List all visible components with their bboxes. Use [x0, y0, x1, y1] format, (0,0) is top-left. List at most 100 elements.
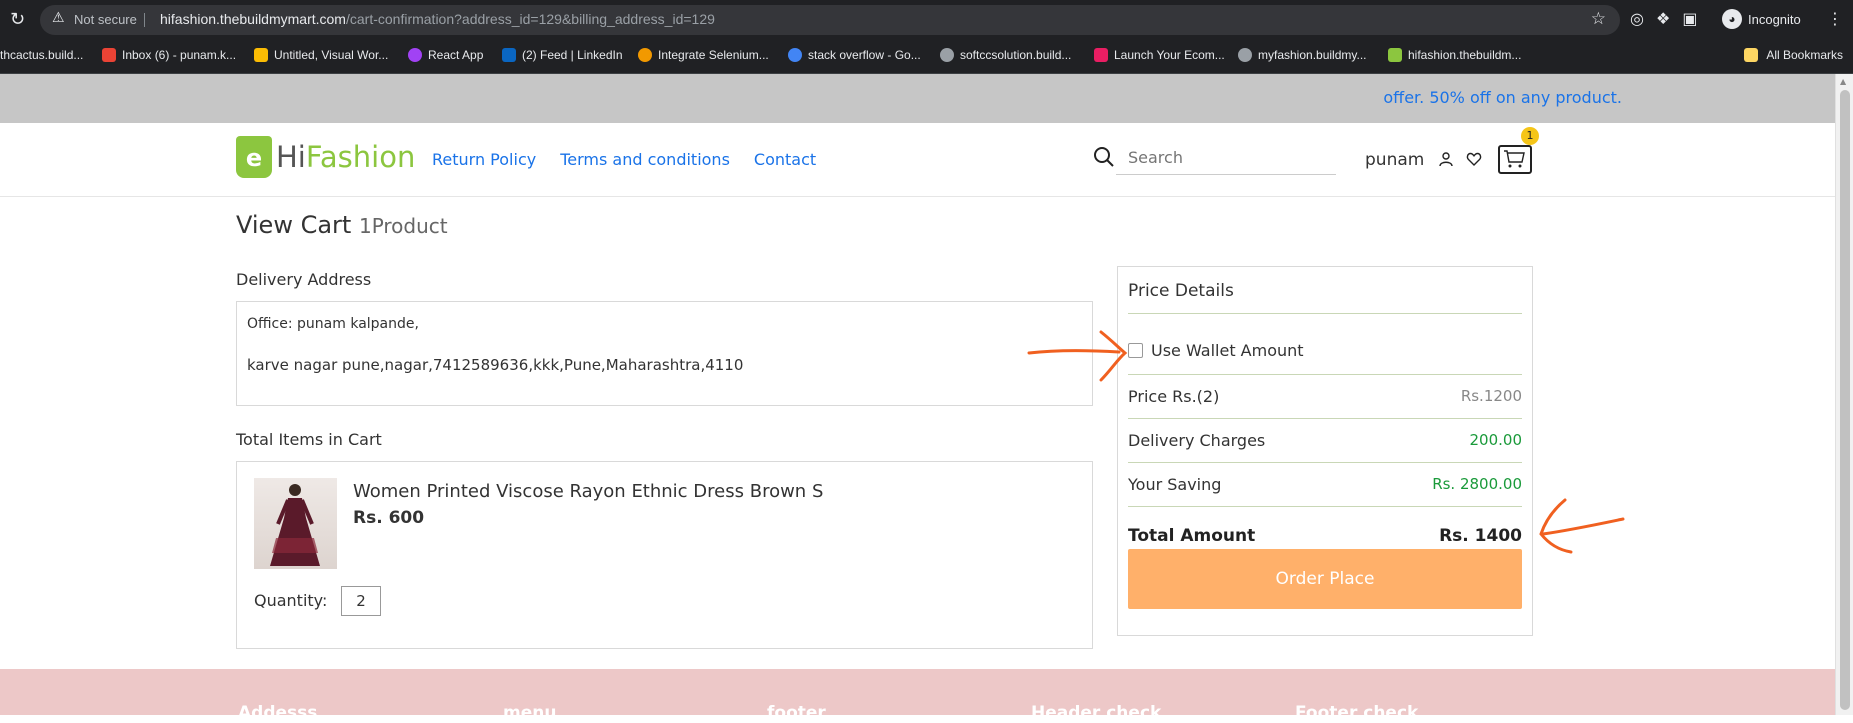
- react-icon: [408, 48, 422, 62]
- user-icon[interactable]: [1438, 151, 1454, 167]
- logo-text: HiFashion: [276, 140, 415, 174]
- scroll-up-icon[interactable]: ▲: [1840, 77, 1846, 86]
- color-extension-icon[interactable]: ◎: [1630, 9, 1644, 28]
- bookmark-item[interactable]: Untitled, Visual Wor...: [254, 48, 388, 62]
- incognito-icon: ◕: [1722, 9, 1742, 29]
- divider: [1128, 374, 1522, 375]
- bookmark-label: hifashion.thebuildm...: [1408, 48, 1522, 62]
- globe-icon: [1238, 48, 1252, 62]
- product-price: Rs. 600: [353, 508, 425, 528]
- use-wallet-option[interactable]: Use Wallet Amount: [1128, 341, 1304, 360]
- product-count: 1Product: [358, 214, 448, 238]
- bookmarks-bar: rthcactus.build... Inbox (6) - punam.k..…: [0, 40, 1853, 74]
- bookmark-item[interactable]: rthcactus.build...: [0, 48, 83, 62]
- miro-icon: [254, 48, 268, 62]
- bookmark-label: rthcactus.build...: [0, 48, 84, 62]
- address-line: karve nagar pune,nagar,7412589636,kkk,Pu…: [247, 356, 744, 374]
- dress-image: [270, 484, 320, 566]
- store-icon: [1094, 48, 1108, 62]
- cart-icon: [1504, 150, 1525, 168]
- bookmark-item[interactable]: myfashion.buildmy...: [1238, 48, 1367, 62]
- scroll-thumb[interactable]: [1840, 90, 1850, 710]
- offer-text[interactable]: offer. 50% off on any product.: [1383, 88, 1622, 107]
- price-details-title: Price Details: [1128, 281, 1234, 301]
- page-title-text: View Cart: [236, 211, 352, 239]
- browser-menu-icon[interactable]: ⋮: [1827, 9, 1843, 28]
- username[interactable]: punam: [1365, 150, 1424, 170]
- all-bookmarks[interactable]: All Bookmarks: [1744, 48, 1843, 62]
- divider: [1128, 506, 1522, 507]
- use-wallet-label[interactable]: Use Wallet Amount: [1151, 341, 1304, 360]
- address-name: Office: punam kalpande,: [247, 316, 419, 332]
- price-details-panel: Price Details Use Wallet Amount Price Rs…: [1117, 266, 1533, 636]
- shopping-bag-logo-icon: e: [236, 136, 272, 178]
- bookmark-item[interactable]: Inbox (6) - punam.k...: [102, 48, 236, 62]
- linkedin-icon: [502, 48, 516, 62]
- nav-terms[interactable]: Terms and conditions: [560, 150, 730, 169]
- incognito-indicator[interactable]: ◕ Incognito: [1722, 9, 1801, 29]
- incognito-label: Incognito: [1748, 11, 1801, 27]
- hifashion-favicon-icon: [1388, 48, 1402, 62]
- quantity-label: Quantity:: [254, 591, 328, 610]
- logo-hi: Hi: [276, 140, 306, 174]
- folder-icon: [1744, 48, 1759, 62]
- bookmark-item[interactable]: React App: [408, 48, 483, 62]
- page-scrollbar[interactable]: ▲: [1835, 74, 1853, 715]
- url-text[interactable]: hifashion.thebuildmymart.com/cart-confir…: [160, 11, 715, 27]
- annotation-arrow-total-icon: [1539, 498, 1625, 554]
- address-bar[interactable]: ⚠ Not secure hifashion.thebuildmymart.co…: [40, 5, 1620, 35]
- product-name[interactable]: Women Printed Viscose Rayon Ethnic Dress…: [353, 481, 823, 502]
- bookmark-item[interactable]: Integrate Selenium...: [638, 48, 769, 62]
- price-label: Price Rs.(2): [1128, 387, 1220, 406]
- divider: [1128, 418, 1522, 419]
- warning-icon[interactable]: ⚠: [52, 10, 65, 26]
- extension-icons: ◎ ❖ ▣: [1630, 9, 1697, 28]
- puzzle-icon[interactable]: ❖: [1656, 9, 1670, 28]
- footer-heading: footer: [767, 703, 826, 723]
- annotation-arrow-wallet-icon: [1027, 330, 1128, 382]
- bookmark-label: Untitled, Visual Wor...: [274, 48, 389, 62]
- footer-heading: Addesss: [238, 703, 318, 723]
- nav-return-policy[interactable]: Return Policy: [432, 150, 536, 169]
- saving-label: Your Saving: [1128, 475, 1222, 494]
- bookmark-item[interactable]: hifashion.thebuildm...: [1388, 48, 1521, 62]
- cart-button[interactable]: [1498, 145, 1532, 174]
- search-icon[interactable]: [1092, 145, 1116, 169]
- divider: [144, 13, 145, 27]
- globe-icon: [940, 48, 954, 62]
- bookmark-label: softccsolution.build...: [960, 48, 1072, 62]
- site-footer: Addesss menu footer Header check Footer …: [0, 669, 1835, 723]
- url-host: hifashion.thebuildmymart.com: [160, 11, 346, 27]
- quantity-field[interactable]: 2: [341, 586, 381, 616]
- site-logo[interactable]: e HiFashion: [236, 136, 415, 178]
- total-items-label: Total Items in Cart: [236, 430, 382, 449]
- side-panel-icon[interactable]: ▣: [1682, 9, 1697, 28]
- bookmark-item[interactable]: (2) Feed | LinkedIn: [502, 48, 623, 62]
- divider: [1128, 313, 1522, 314]
- order-place-button[interactable]: Order Place: [1128, 549, 1522, 609]
- search-input[interactable]: [1116, 141, 1336, 175]
- total-amount-value: Rs. 1400: [1439, 526, 1522, 546]
- nav-contact[interactable]: Contact: [754, 150, 816, 169]
- security-label[interactable]: Not secure: [74, 12, 137, 27]
- heart-icon[interactable]: [1466, 151, 1482, 167]
- all-bookmarks-label: All Bookmarks: [1766, 48, 1843, 62]
- logo-fashion: Fashion: [305, 140, 416, 174]
- bookmark-label: Launch Your Ecom...: [1114, 48, 1225, 62]
- bookmark-item[interactable]: softccsolution.build...: [940, 48, 1071, 62]
- page-title: View Cart 1Product: [236, 211, 448, 239]
- delivery-charges-value: 200.00: [1469, 431, 1523, 449]
- bookmark-item[interactable]: Launch Your Ecom...: [1094, 48, 1225, 62]
- bookmark-label: stack overflow - Go...: [808, 48, 921, 62]
- delivery-address-label: Delivery Address: [236, 270, 372, 289]
- google-icon: [788, 48, 802, 62]
- logo-letter: e: [245, 144, 263, 172]
- cart-items-box: Women Printed Viscose Rayon Ethnic Dress…: [236, 461, 1093, 649]
- divider: [1128, 462, 1522, 463]
- bookmark-star-icon[interactable]: ☆: [1591, 9, 1606, 29]
- url-path: /cart-confirmation?address_id=129&billin…: [345, 11, 715, 27]
- bookmark-item[interactable]: stack overflow - Go...: [788, 48, 921, 62]
- reload-icon[interactable]: ↻: [10, 9, 25, 30]
- product-image[interactable]: [254, 478, 337, 569]
- gmail-icon: [102, 48, 116, 62]
